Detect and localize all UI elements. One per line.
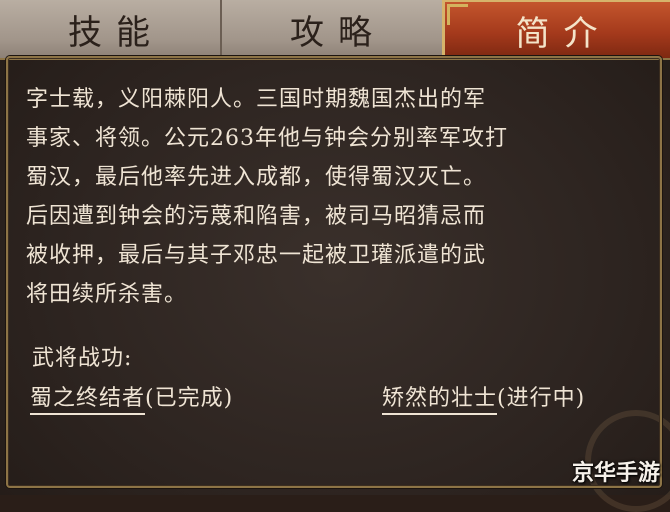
watermark-logo: 京华手游	[571, 461, 660, 486]
bio-line: 事家、将领。公元263年他与钟会分别率军攻打	[26, 126, 508, 151]
achievement-item[interactable]: 矫然的壮士(进行中)	[382, 380, 586, 415]
achievement-name: 矫然的壮士	[382, 386, 498, 415]
bio-line: 后因遭到钟会的污蔑和陷害，被司马昭猜忌而	[26, 204, 487, 229]
tab-strategy[interactable]: 攻略	[220, 0, 442, 58]
bio-line: 将田续所杀害。	[26, 282, 188, 307]
tab-intro-label: 简介	[515, 13, 612, 54]
achievement-status: (进行中)	[497, 386, 586, 411]
bio-line: 字士载，义阳棘阳人。三国时期魏国杰出的军	[26, 87, 487, 112]
bio-line: 被收押，最后与其子邓忠一起被卫瓘派遣的武	[26, 243, 487, 268]
tab-corner-ornament	[447, 4, 468, 25]
tab-strategy-label: 攻略	[290, 12, 386, 53]
achievement-name: 蜀之终结者	[30, 386, 146, 415]
achievement-status: (已完成)	[145, 386, 234, 411]
achievement-item[interactable]: 蜀之终结者(已完成)	[30, 380, 234, 415]
tab-skills[interactable]: 技能	[0, 0, 220, 58]
tab-bar: 技能 攻略 简介	[0, 0, 670, 60]
tab-skills-label: 技能	[68, 12, 164, 53]
tab-intro[interactable]: 简介	[442, 0, 670, 58]
achievements-title: 武将战功:	[32, 346, 133, 371]
bio-text: 字士载，义阳棘阳人。三国时期魏国杰出的军 事家、将领。公元263年他与钟会分别率…	[26, 80, 646, 314]
bio-line: 蜀汉，最后他率先进入成都，使得蜀汉灭亡。	[26, 165, 487, 190]
